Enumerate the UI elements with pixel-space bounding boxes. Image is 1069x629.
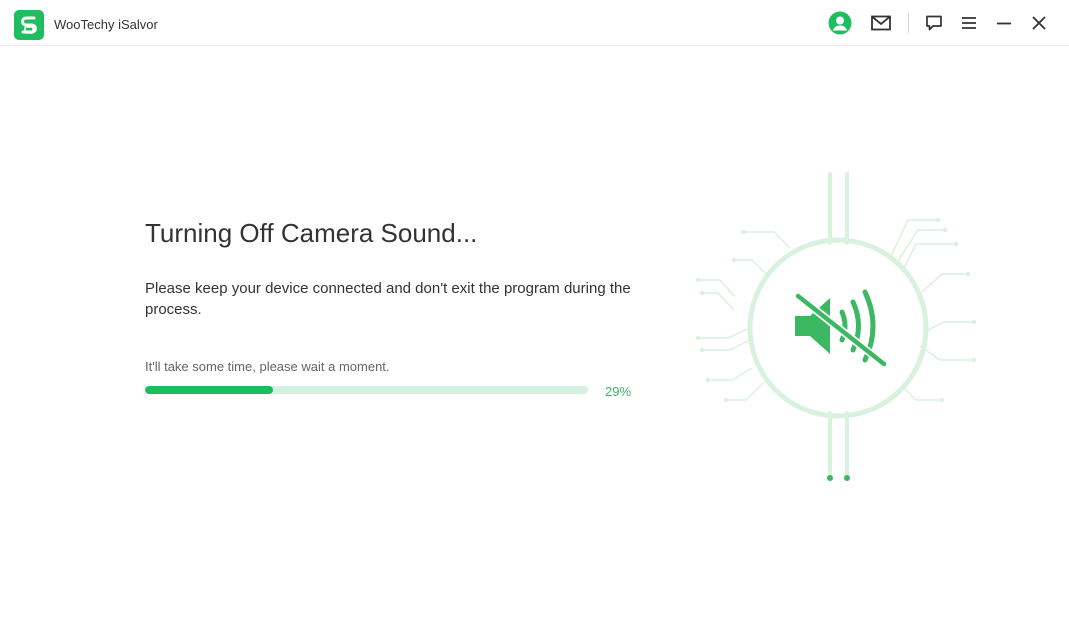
progress-bar bbox=[145, 386, 588, 394]
page-title: Turning Off Camera Sound... bbox=[145, 218, 478, 248]
camera-sound-off-illustration bbox=[690, 168, 985, 488]
minimize-icon[interactable] bbox=[992, 11, 1016, 35]
progress-percentage: 29% bbox=[605, 384, 632, 399]
instruction-text: Please keep your device connected and do… bbox=[145, 280, 631, 318]
title-bar: WooTechy iSalvor bbox=[0, 0, 1069, 46]
titlebar-divider bbox=[908, 13, 909, 33]
close-icon[interactable] bbox=[1027, 11, 1051, 35]
progress-bar-fill bbox=[145, 386, 274, 394]
app-title: WooTechy iSalvor bbox=[54, 17, 158, 32]
account-icon[interactable] bbox=[828, 11, 852, 35]
app-logo-icon bbox=[14, 10, 44, 40]
mail-icon[interactable] bbox=[869, 11, 893, 35]
menu-icon[interactable] bbox=[957, 11, 981, 35]
wait-hint-text: It'll take some time, please wait a mome… bbox=[145, 359, 390, 374]
feedback-icon[interactable] bbox=[922, 11, 946, 35]
